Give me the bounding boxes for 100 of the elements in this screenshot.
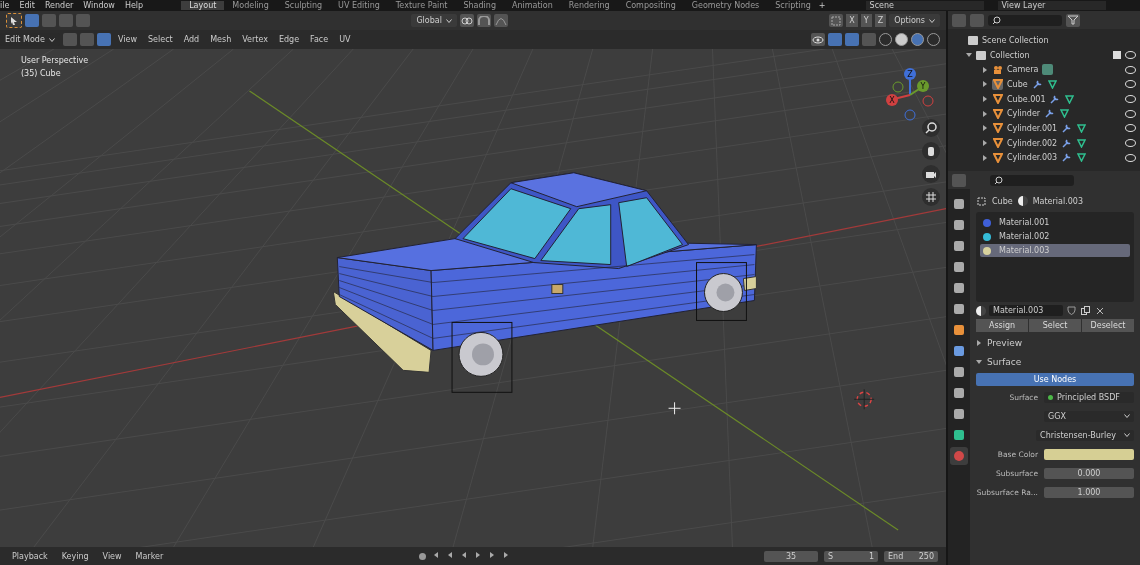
mirror-axis-toggle[interactable]: Y	[860, 14, 872, 27]
workspace-tab[interactable]: Scripting	[767, 1, 819, 10]
workspace-tab[interactable]: Shading	[455, 1, 504, 10]
mirror-axis-toggle[interactable]: X	[846, 14, 858, 27]
mesh-data-icon[interactable]	[1076, 122, 1088, 134]
workspace-tab[interactable]: Animation	[503, 1, 561, 10]
slot-action-button[interactable]: Select	[1029, 319, 1081, 332]
filter-icon[interactable]	[1066, 13, 1080, 27]
collapsed-arrow-icon[interactable]	[982, 125, 988, 132]
workspace-tab[interactable]: Sculpting	[276, 1, 331, 10]
record-icon[interactable]	[419, 552, 427, 560]
mesh-data-icon[interactable]	[1059, 108, 1071, 120]
navigation-gizmo[interactable]: Z Y X	[880, 63, 940, 123]
panel-header[interactable]: Surface	[987, 357, 1022, 367]
select-tool-icon[interactable]	[6, 13, 22, 28]
orientation-dropdown[interactable]: Global	[411, 14, 457, 27]
current-frame-field[interactable]: 35	[764, 550, 818, 562]
outliner-item[interactable]: Cube	[1007, 79, 1028, 89]
collapsed-arrow-icon[interactable]	[982, 81, 988, 88]
scene-field[interactable]: Scene	[865, 1, 984, 10]
shield-icon[interactable]	[1066, 305, 1077, 316]
mirror-axis-toggle[interactable]: Z	[874, 14, 887, 27]
camera-data-icon[interactable]	[1042, 64, 1054, 76]
workspace-tab[interactable]: UV Editing	[330, 1, 388, 10]
search-field[interactable]	[988, 14, 1062, 26]
mesh-data-icon[interactable]	[1076, 152, 1088, 164]
menu-item[interactable]: Help	[124, 1, 144, 10]
wrench-icon[interactable]	[1061, 152, 1073, 164]
number-field[interactable]: 0.000	[1044, 467, 1134, 479]
material-browse-icon[interactable]	[976, 305, 986, 316]
mesh-data-icon[interactable]	[1046, 78, 1058, 90]
end-frame-field[interactable]: End 250	[884, 550, 938, 562]
outliner-item[interactable]: Cylinder	[1007, 109, 1041, 119]
3d-viewport[interactable]: User Perspective (35) Cube Z Y X	[0, 49, 946, 547]
workspace-tab[interactable]: Modeling	[224, 1, 277, 10]
timeline-menu[interactable]: View	[98, 551, 126, 561]
wrench-icon[interactable]	[1044, 108, 1056, 120]
zoom-icon[interactable]	[922, 119, 940, 137]
outliner-item[interactable]: Cylinder.001	[1007, 123, 1058, 133]
material-slot[interactable]: Material.002	[980, 230, 1130, 243]
outliner-item[interactable]: Collection	[990, 50, 1030, 60]
proportional-icon[interactable]	[493, 14, 508, 27]
pivot-icon[interactable]	[459, 14, 474, 27]
mesh-data-icon[interactable]	[1076, 137, 1088, 149]
menu-item[interactable]: UV	[335, 35, 355, 44]
wrench-icon[interactable]	[1049, 93, 1061, 105]
timeline-menu[interactable]: Keying	[57, 551, 93, 561]
workspace-tab[interactable]: Layout	[181, 1, 225, 10]
wrench-icon[interactable]	[1061, 122, 1073, 134]
solid-shading-icon[interactable]	[895, 33, 908, 46]
workspace-tab[interactable]: Rendering	[560, 1, 618, 10]
outliner-item[interactable]: Cube.001	[1007, 94, 1046, 104]
close-icon[interactable]	[1094, 305, 1105, 316]
outliner-item[interactable]: Cylinder.003	[1007, 153, 1058, 163]
expanded-arrow-icon[interactable]	[966, 52, 972, 59]
wrench-icon[interactable]	[1031, 78, 1043, 90]
expanded-arrow-icon[interactable]	[976, 359, 982, 365]
options-dropdown[interactable]: Options	[889, 14, 940, 27]
outliner-item[interactable]: Camera	[1007, 65, 1039, 75]
outliner-item[interactable]: Scene Collection	[982, 35, 1049, 45]
surface-shader-field[interactable]: Principled BSDF	[1044, 391, 1134, 403]
collapsed-arrow-icon[interactable]	[982, 66, 988, 73]
add-workspace-button[interactable]: +	[818, 1, 826, 10]
camera-icon[interactable]	[922, 165, 940, 183]
menu-item[interactable]: Vertex	[238, 35, 272, 44]
search-field[interactable]	[990, 174, 1074, 186]
workspace-tab[interactable]: Texture Paint	[387, 1, 456, 10]
dropdown[interactable]: GGX	[1044, 410, 1134, 422]
menu-item[interactable]: ile	[0, 1, 10, 10]
hand-icon[interactable]	[922, 142, 940, 160]
menu-item[interactable]: Edit	[19, 1, 35, 10]
collapsed-arrow-icon[interactable]	[976, 340, 982, 346]
menu-item[interactable]: Edge	[274, 35, 304, 44]
outliner-item[interactable]: Cylinder.002	[1007, 138, 1058, 148]
menu-item[interactable]: Window	[83, 1, 115, 10]
slot-action-button[interactable]: Deselect	[1082, 319, 1134, 332]
menu-item[interactable]: View	[114, 35, 141, 44]
view-layer-field[interactable]: View Layer	[997, 1, 1106, 10]
start-frame-field[interactable]: S 1	[824, 550, 878, 562]
workspace-tab[interactable]: Compositing	[617, 1, 684, 10]
visibility-icon[interactable]	[811, 33, 825, 46]
workspace-tab[interactable]: Geometry Nodes	[683, 1, 768, 10]
dropdown[interactable]: Christensen-Burley	[1036, 429, 1134, 441]
number-field[interactable]: 1.000	[1044, 486, 1134, 498]
material-slot[interactable]: Material.003	[980, 244, 1130, 257]
timeline-menu[interactable]: Playback	[8, 551, 52, 561]
exclude-checkbox[interactable]	[1113, 51, 1121, 60]
material-slot[interactable]: Material.001	[980, 216, 1130, 229]
menu-item[interactable]: Select	[144, 35, 177, 44]
menu-item[interactable]: Face	[306, 35, 333, 44]
material-name-field[interactable]: Material.003	[989, 305, 1063, 316]
menu-item[interactable]: Render	[44, 1, 74, 10]
slot-action-button[interactable]: Assign	[976, 319, 1028, 332]
duplicate-icon[interactable]	[1080, 305, 1091, 316]
timeline-menu[interactable]: Marker	[131, 551, 168, 561]
menu-item[interactable]: Add	[179, 35, 204, 44]
mesh-data-icon[interactable]	[1064, 93, 1076, 105]
panel-header[interactable]: Preview	[987, 338, 1023, 348]
wrench-icon[interactable]	[1061, 137, 1073, 149]
color-swatch[interactable]	[1044, 448, 1134, 460]
